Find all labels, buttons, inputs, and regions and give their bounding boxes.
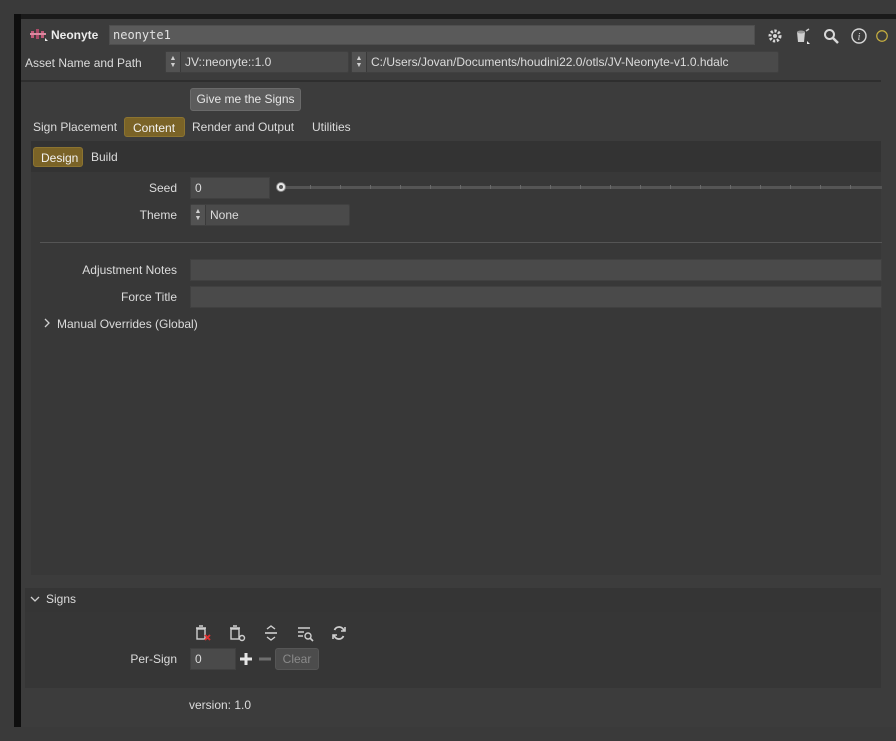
seed-field[interactable]: 0 — [190, 177, 270, 199]
theme-menu[interactable]: ▲ ▼ None — [190, 204, 350, 226]
help-icon[interactable] — [876, 27, 888, 45]
seed-slider-handle[interactable] — [276, 182, 286, 192]
collapse-icon[interactable] — [261, 624, 281, 642]
tab-render-and-output[interactable]: Render and Output — [184, 117, 302, 137]
node-name-field[interactable]: neonyte1 — [109, 25, 755, 45]
asset-name-menu[interactable]: ▲ ▼ JV::neonyte::1.0 — [165, 51, 349, 73]
signs-folder-header[interactable] — [25, 588, 881, 612]
minus-icon[interactable] — [258, 652, 272, 669]
node-type-label: Neonyte — [51, 28, 99, 42]
menu-arrows-icon: ▲ ▼ — [352, 52, 367, 72]
design-divider — [40, 242, 882, 243]
refresh-icon[interactable] — [329, 624, 349, 642]
header-separator — [21, 80, 881, 82]
delete-instance-icon[interactable] — [227, 624, 247, 642]
adjustment-notes-field[interactable] — [190, 259, 882, 281]
adjustment-notes-label: Adjustment Notes — [82, 263, 177, 277]
version-label: version: 1.0 — [189, 698, 252, 712]
chevron-down-icon — [30, 592, 40, 606]
subtab-design[interactable]: Design — [33, 147, 83, 167]
menu-arrows-icon: ▲ ▼ — [191, 205, 206, 225]
menu-arrows-icon: ▲ ▼ — [166, 52, 181, 72]
svg-text:i: i — [858, 32, 861, 43]
delete-all-icon[interactable] — [193, 624, 213, 642]
search-icon[interactable] — [822, 27, 840, 45]
plus-icon[interactable] — [239, 652, 253, 669]
theme-value: None — [210, 208, 239, 222]
give-me-the-signs-button[interactable]: Give me the Signs — [190, 88, 301, 111]
chevron-right-icon — [43, 317, 51, 331]
tab-utilities[interactable]: Utilities — [304, 117, 359, 137]
signs-label: Signs — [46, 592, 77, 606]
info-icon[interactable]: i — [850, 27, 868, 45]
subtab-build[interactable]: Build — [84, 147, 125, 167]
force-title-label: Force Title — [120, 290, 177, 304]
per-sign-label: Per-Sign — [130, 652, 177, 666]
force-title-field[interactable] — [190, 286, 882, 308]
gear-icon[interactable] — [766, 27, 784, 45]
clear-button[interactable]: Clear — [275, 648, 319, 670]
theme-label: Theme — [139, 208, 177, 222]
seed-slider-track[interactable] — [282, 185, 882, 189]
paint-bucket-icon[interactable] — [794, 27, 812, 45]
left-border — [14, 14, 21, 727]
seed-label: Seed — [148, 181, 177, 195]
search-list-icon[interactable] — [295, 624, 315, 642]
tab-sign-placement[interactable]: Sign Placement — [25, 117, 125, 137]
asset-name-path-label: Asset Name and Path — [25, 56, 142, 70]
manual-overrides-folder[interactable]: Manual Overrides (Global) — [43, 317, 198, 331]
signs-folder-body — [25, 612, 881, 688]
asset-path-value: C:/Users/Jovan/Documents/houdini22.0/otl… — [371, 55, 729, 69]
design-subtab-body — [31, 172, 881, 575]
asset-name-value: JV::neonyte::1.0 — [185, 55, 272, 69]
manual-overrides-label: Manual Overrides (Global) — [57, 317, 198, 331]
signs-folder-toggle[interactable]: Signs — [30, 592, 76, 606]
asset-path-menu[interactable]: ▲ ▼ C:/Users/Jovan/Documents/houdini22.0/… — [351, 51, 779, 73]
per-sign-field[interactable]: 0 — [190, 648, 236, 670]
neonyte-node-icon — [30, 27, 48, 43]
tab-content[interactable]: Content — [124, 117, 185, 137]
